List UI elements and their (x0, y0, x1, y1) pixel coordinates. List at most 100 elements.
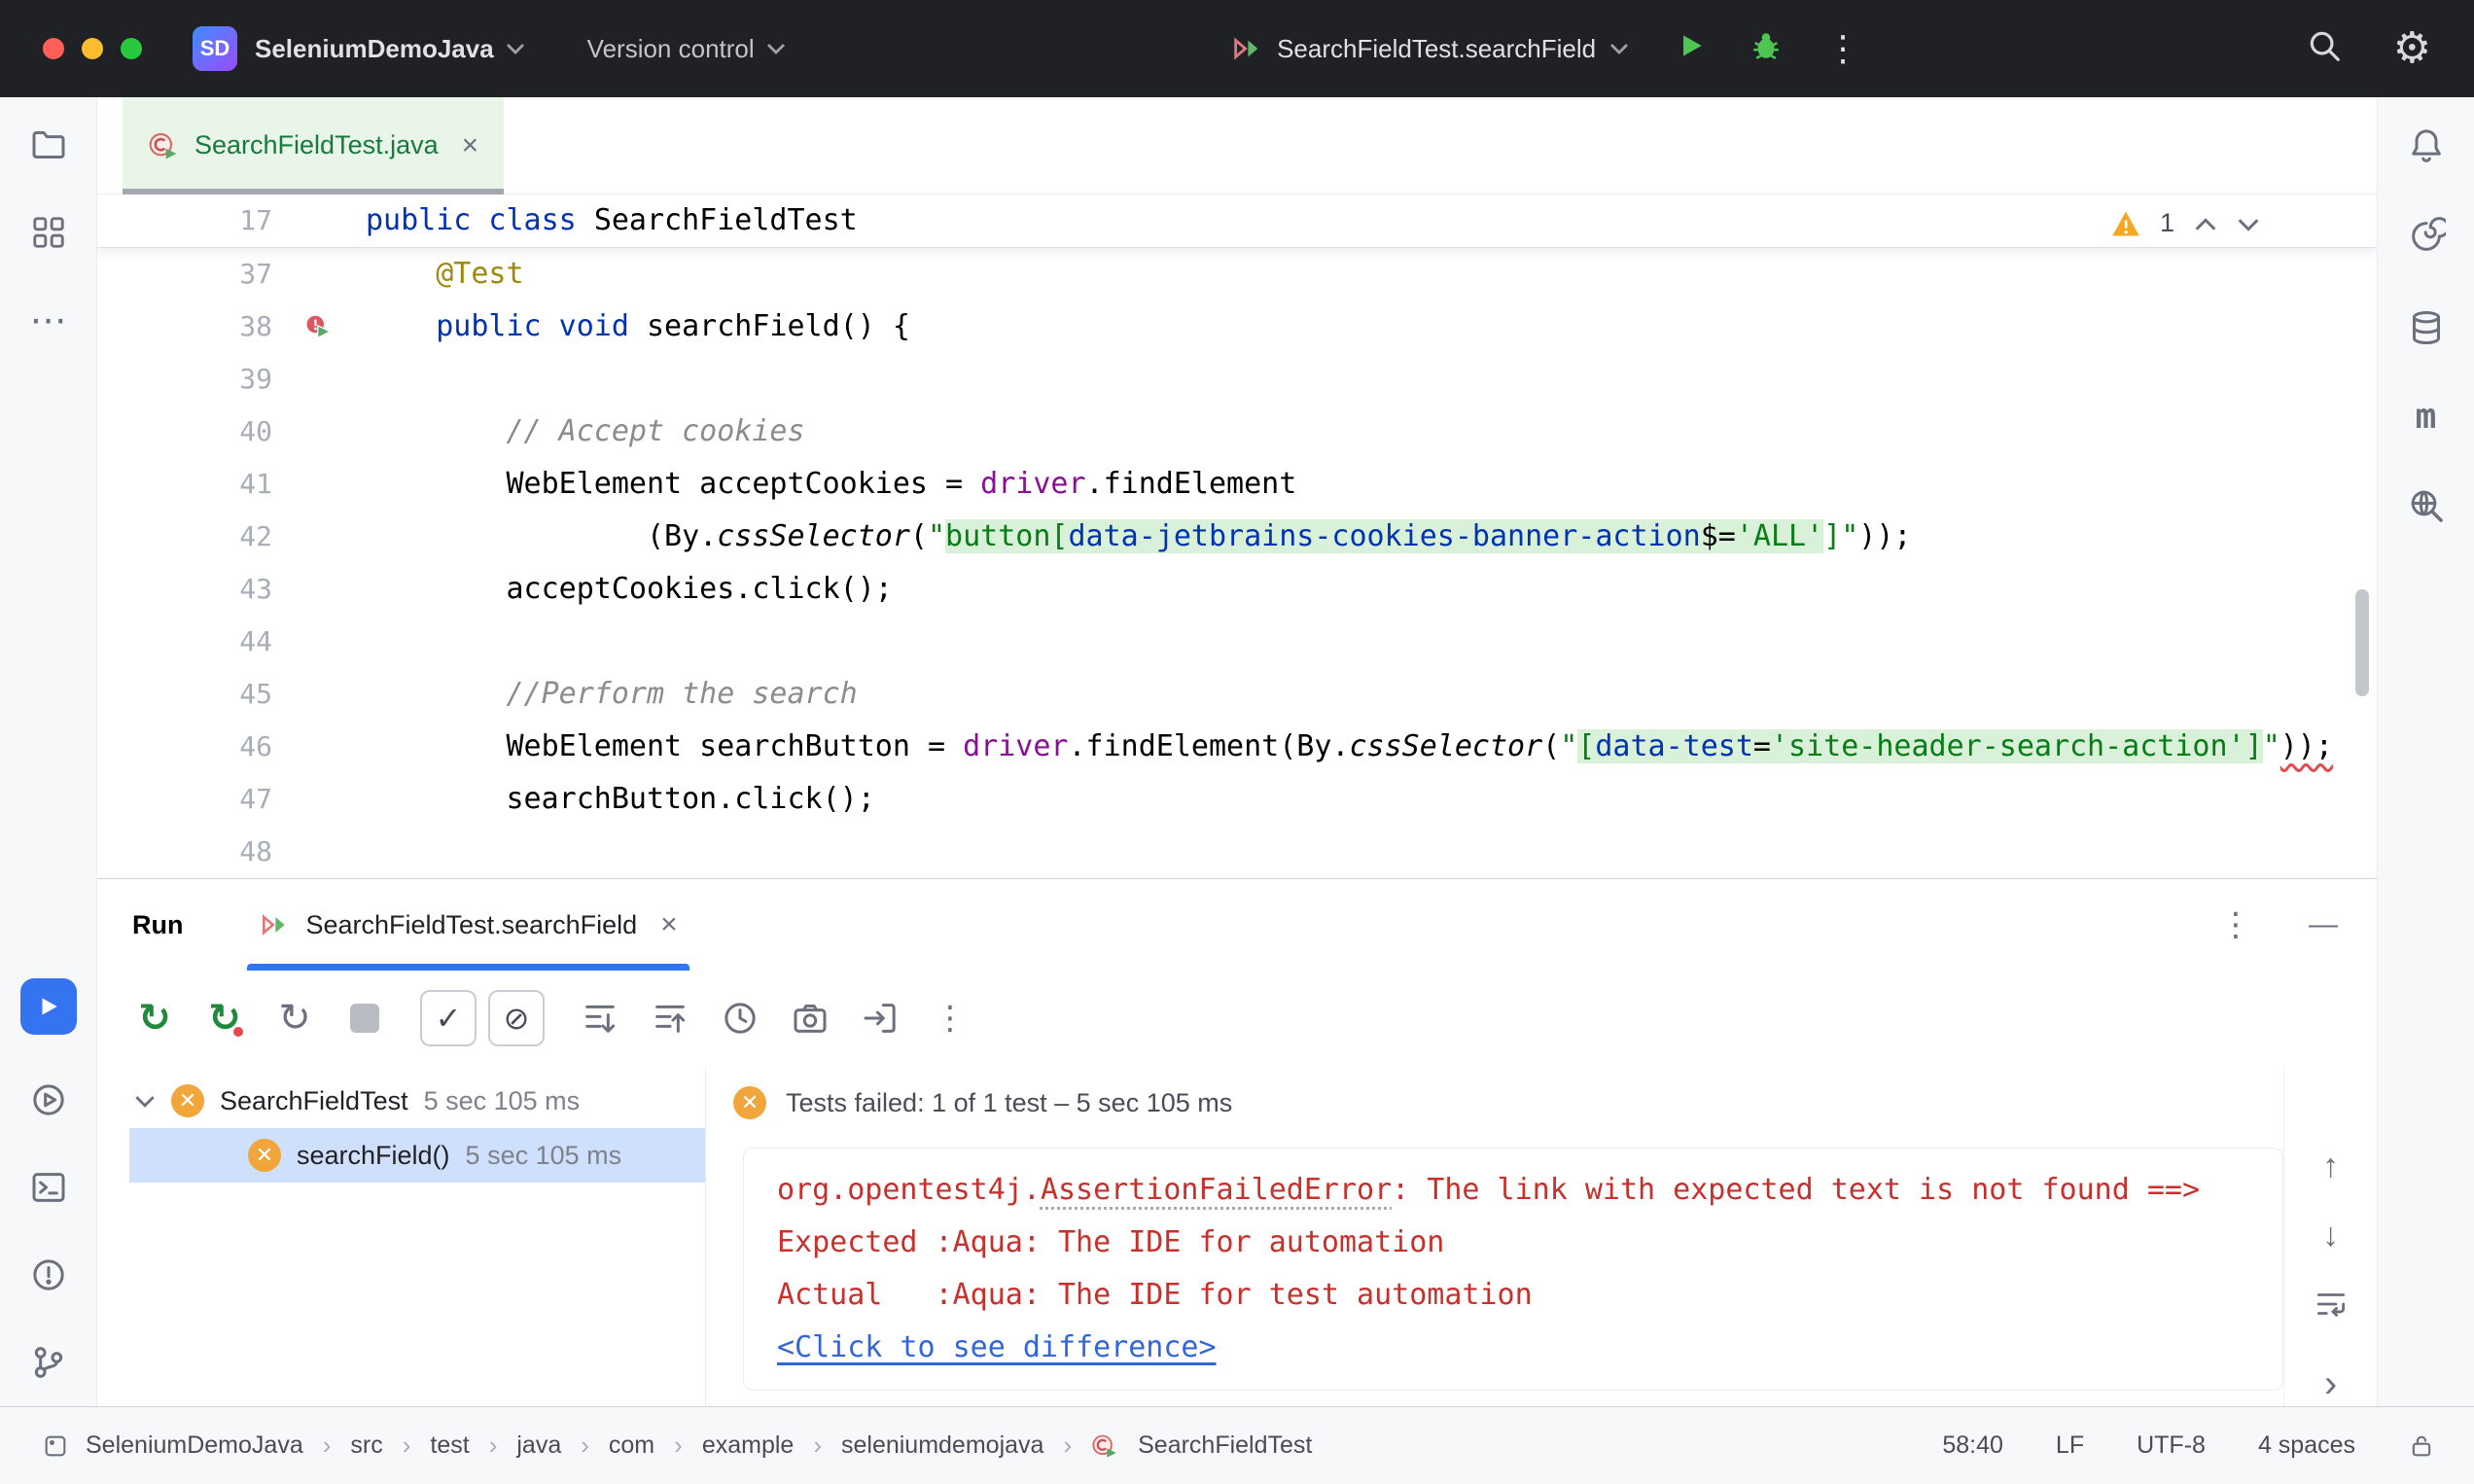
test-runner-content: ✕ SearchFieldTest 5 sec 105 ms ✕ searchF… (97, 1066, 2377, 1406)
breadcrumb-item[interactable]: java (516, 1431, 561, 1460)
window-close-button[interactable] (43, 38, 64, 59)
soft-wrap-icon[interactable] (2313, 1286, 2350, 1331)
breadcrumb-item[interactable]: test (430, 1431, 469, 1460)
code-line-46[interactable]: 46 WebElement searchButton = driver.find… (97, 721, 2377, 773)
exception-class-link[interactable]: AssertionFailedError (1041, 1173, 1392, 1207)
see-difference-link[interactable]: <Click to see difference> (777, 1330, 1217, 1364)
project-folder-icon[interactable] (26, 123, 71, 167)
code-line-38[interactable]: 38 public void searchField() { (97, 300, 2377, 353)
editor-scrollbar[interactable] (2355, 589, 2369, 696)
navigate-up-icon[interactable]: ↑ (2322, 1148, 2339, 1185)
code-line-39[interactable]: 39 (97, 353, 2377, 406)
show-passed-toggle[interactable]: ✓ (420, 990, 477, 1046)
rerun-tests-button[interactable]: ↻ (132, 996, 177, 1041)
run-toolwindow-button-active[interactable] (20, 978, 77, 1035)
run-tab-label: SearchFieldTest.searchField (305, 910, 637, 940)
more-options-icon[interactable]: ⋮ (928, 996, 972, 1041)
notifications-bell-icon[interactable] (2404, 123, 2449, 167)
titlebar-right-actions: ⚙ (2306, 27, 2431, 71)
close-icon[interactable]: × (660, 908, 678, 941)
show-ignored-toggle[interactable]: ⊘ (488, 990, 545, 1046)
line-separator-widget[interactable]: LF (2056, 1431, 2084, 1460)
stop-button[interactable] (342, 996, 387, 1041)
settings-gear-button[interactable]: ⚙ (2393, 27, 2431, 70)
services-icon[interactable] (26, 1078, 71, 1122)
next-problem-icon[interactable] (2237, 208, 2260, 238)
breadcrumb-item-class[interactable]: SearchFieldTest (1138, 1431, 1312, 1460)
breadcrumb-item[interactable]: com (609, 1431, 654, 1460)
code-text: WebElement acceptCookies = driver.findEl… (366, 458, 2377, 511)
expand-all-button[interactable] (578, 996, 622, 1041)
inspection-widget[interactable]: 1 (2111, 208, 2260, 238)
editor-tab-active[interactable]: SearchFieldTest.java × (123, 97, 504, 194)
test-suite-name: SearchFieldTest (220, 1086, 408, 1116)
import-test-results-button[interactable] (858, 996, 902, 1041)
left-stripe-bottom-group (20, 978, 77, 1385)
close-icon[interactable]: × (462, 129, 479, 162)
breadcrumb-separator: › (1063, 1431, 1072, 1461)
vcs-label: Version control (587, 34, 755, 64)
breadcrumb-item[interactable]: example (702, 1431, 795, 1460)
test-tree-row-root[interactable]: ✕ SearchFieldTest 5 sec 105 ms (97, 1074, 705, 1128)
gutter (272, 406, 366, 458)
status-bar: SeleniumDemoJava›src›test›java›com›examp… (0, 1406, 2474, 1484)
database-icon[interactable] (2404, 305, 2449, 350)
structure-icon[interactable] (26, 210, 71, 255)
collapse-all-button[interactable] (648, 996, 692, 1041)
maven-icon[interactable]: m (2416, 397, 2437, 437)
gutter (272, 353, 366, 406)
code-line-48[interactable]: 48 (97, 826, 2377, 878)
hide-panel-icon[interactable]: — (2309, 908, 2338, 941)
breadcrumb-item[interactable]: seleniumdemojava (841, 1431, 1043, 1460)
code-line-17[interactable]: 17public class SearchFieldTest (97, 194, 2377, 247)
search-everywhere-button[interactable] (2306, 27, 2343, 71)
code-editor[interactable]: 17public class SearchFieldTest 37 @Test3… (97, 194, 2377, 878)
code-line-37[interactable]: 37 @Test (97, 248, 2377, 300)
breadcrumb-item[interactable]: SeleniumDemoJava (86, 1431, 303, 1460)
code-line-41[interactable]: 41 WebElement acceptCookies = driver.fin… (97, 458, 2377, 511)
warning-icon (2111, 210, 2140, 237)
more-toolwindows-icon[interactable]: ⋯ (26, 298, 71, 342)
window-minimize-button[interactable] (82, 38, 103, 59)
screenshot-button[interactable] (788, 996, 832, 1041)
code-line-44[interactable]: 44 (97, 616, 2377, 668)
code-line-47[interactable]: 47 searchButton.click(); (97, 773, 2377, 826)
line-number: 48 (97, 826, 272, 878)
test-console[interactable]: ✕ Tests failed: 1 of 1 test – 5 sec 105 … (705, 1066, 2283, 1406)
test-history-clock-button[interactable] (718, 996, 762, 1041)
vcs-widget[interactable]: Version control (587, 34, 786, 64)
breadcrumb-separator: › (674, 1431, 683, 1461)
git-branch-icon[interactable] (26, 1340, 71, 1385)
line-number: 44 (97, 616, 272, 668)
more-actions-button[interactable]: ⋮ (1825, 31, 1860, 66)
code-line-42[interactable]: 42 (By.cssSelector("button[data-jetbrain… (97, 511, 2377, 563)
code-line-40[interactable]: 40 // Accept cookies (97, 406, 2377, 458)
run-configuration-selector[interactable]: SearchFieldTest.searchField (1230, 32, 1629, 65)
chevron-right-icon[interactable]: › (2324, 1362, 2337, 1406)
encoding-widget[interactable]: UTF-8 (2137, 1431, 2206, 1460)
test-tree-row-selected[interactable]: ✕ searchField() 5 sec 105 ms (129, 1128, 705, 1183)
gutter-failed-test-run-icon[interactable] (272, 300, 366, 353)
chevron-down-icon[interactable] (134, 1095, 156, 1108)
ai-assistant-icon[interactable] (2404, 214, 2449, 259)
toggle-auto-test-button[interactable]: ↻ (272, 996, 317, 1041)
code-line-45[interactable]: 45 //Perform the search (97, 668, 2377, 721)
previous-problem-icon[interactable] (2194, 208, 2217, 238)
caret-position-widget[interactable]: 58:40 (1942, 1431, 2003, 1460)
breadcrumb-item[interactable]: src (350, 1431, 382, 1460)
terminal-icon[interactable] (26, 1165, 71, 1210)
find-in-web-icon[interactable] (2404, 483, 2449, 528)
window-zoom-button[interactable] (121, 38, 142, 59)
more-options-icon[interactable]: ⋮ (2219, 908, 2252, 941)
problems-icon[interactable] (26, 1253, 71, 1297)
gutter (272, 458, 366, 511)
run-button[interactable] (1676, 30, 1707, 68)
run-tab-active[interactable]: SearchFieldTest.searchField × (247, 879, 689, 971)
indent-widget[interactable]: 4 spaces (2258, 1431, 2355, 1460)
navigate-down-icon[interactable]: ↓ (2322, 1217, 2339, 1254)
readonly-lock-icon[interactable] (2408, 1432, 2435, 1460)
debug-button[interactable] (1749, 29, 1783, 69)
rerun-failed-tests-button[interactable]: ↻ (202, 996, 247, 1041)
code-line-43[interactable]: 43 acceptCookies.click(); (97, 563, 2377, 616)
project-widget[interactable]: SeleniumDemoJava (255, 34, 525, 64)
